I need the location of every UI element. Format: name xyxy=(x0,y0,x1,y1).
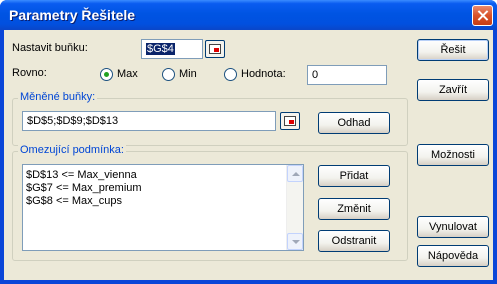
constraints-list[interactable]: $D$13 <= Max_vienna $G$7 <= Max_premium … xyxy=(22,164,304,251)
list-item[interactable]: $D$13 <= Max_vienna xyxy=(26,169,137,181)
solver-dialog: Parametry Řešitele Nastavit buňku: $G$4 … xyxy=(0,0,497,284)
target-cell-collapse-button[interactable] xyxy=(205,40,225,58)
radio-value-of[interactable] xyxy=(224,68,237,81)
scroll-up-icon[interactable] xyxy=(287,165,303,182)
radio-min-label: Min xyxy=(179,68,197,80)
changing-cells-title: Měněné buňky: xyxy=(18,91,98,103)
value-of-value: 0 xyxy=(312,69,319,81)
list-item[interactable]: $G$7 <= Max_premium xyxy=(26,182,142,194)
reset-button[interactable]: Vynulovat xyxy=(417,216,489,238)
target-cell-input[interactable]: $G$4 xyxy=(141,39,203,59)
delete-constraint-button[interactable]: Odstranit xyxy=(318,230,390,252)
changing-cells-input[interactable]: $D$5;$D$9;$D$13 xyxy=(22,111,276,131)
range-select-icon xyxy=(284,116,296,126)
radio-min[interactable] xyxy=(162,68,175,81)
dialog-body: Nastavit buňku: $G$4 Rovno: Max Min Hodn… xyxy=(4,30,493,280)
help-button[interactable]: Nápověda xyxy=(417,245,489,267)
constraints-scrollbar[interactable] xyxy=(286,165,303,250)
window-title: Parametry Řešitele xyxy=(9,7,136,23)
value-of-input[interactable]: 0 xyxy=(307,65,387,85)
options-button[interactable]: Možnosti xyxy=(417,144,489,166)
range-select-icon xyxy=(209,44,221,54)
add-constraint-button[interactable]: Přidat xyxy=(318,165,390,187)
radio-max[interactable] xyxy=(100,68,113,81)
radio-max-label: Max xyxy=(117,68,138,80)
close-button[interactable]: Zavřít xyxy=(417,79,489,101)
radio-value-of-label: Hodnota: xyxy=(241,68,286,80)
constraints-title: Omezující podmínka: xyxy=(18,144,126,156)
target-cell-value: $G$4 xyxy=(146,43,175,55)
scroll-down-icon[interactable] xyxy=(287,233,303,250)
equal-to-label: Rovno: xyxy=(12,67,47,79)
changing-cells-collapse-button[interactable] xyxy=(280,112,300,130)
target-cell-label: Nastavit buňku: xyxy=(12,42,88,54)
title-bar[interactable]: Parametry Řešitele xyxy=(0,0,497,30)
solve-button[interactable]: Řešit xyxy=(417,39,489,61)
change-constraint-button[interactable]: Změnit xyxy=(318,198,390,220)
guess-button[interactable]: Odhad xyxy=(318,112,390,134)
list-item[interactable]: $G$8 <= Max_cups xyxy=(26,195,122,207)
changing-cells-value: $D$5;$D$9;$D$13 xyxy=(27,115,119,127)
close-window-icon[interactable] xyxy=(472,5,493,26)
